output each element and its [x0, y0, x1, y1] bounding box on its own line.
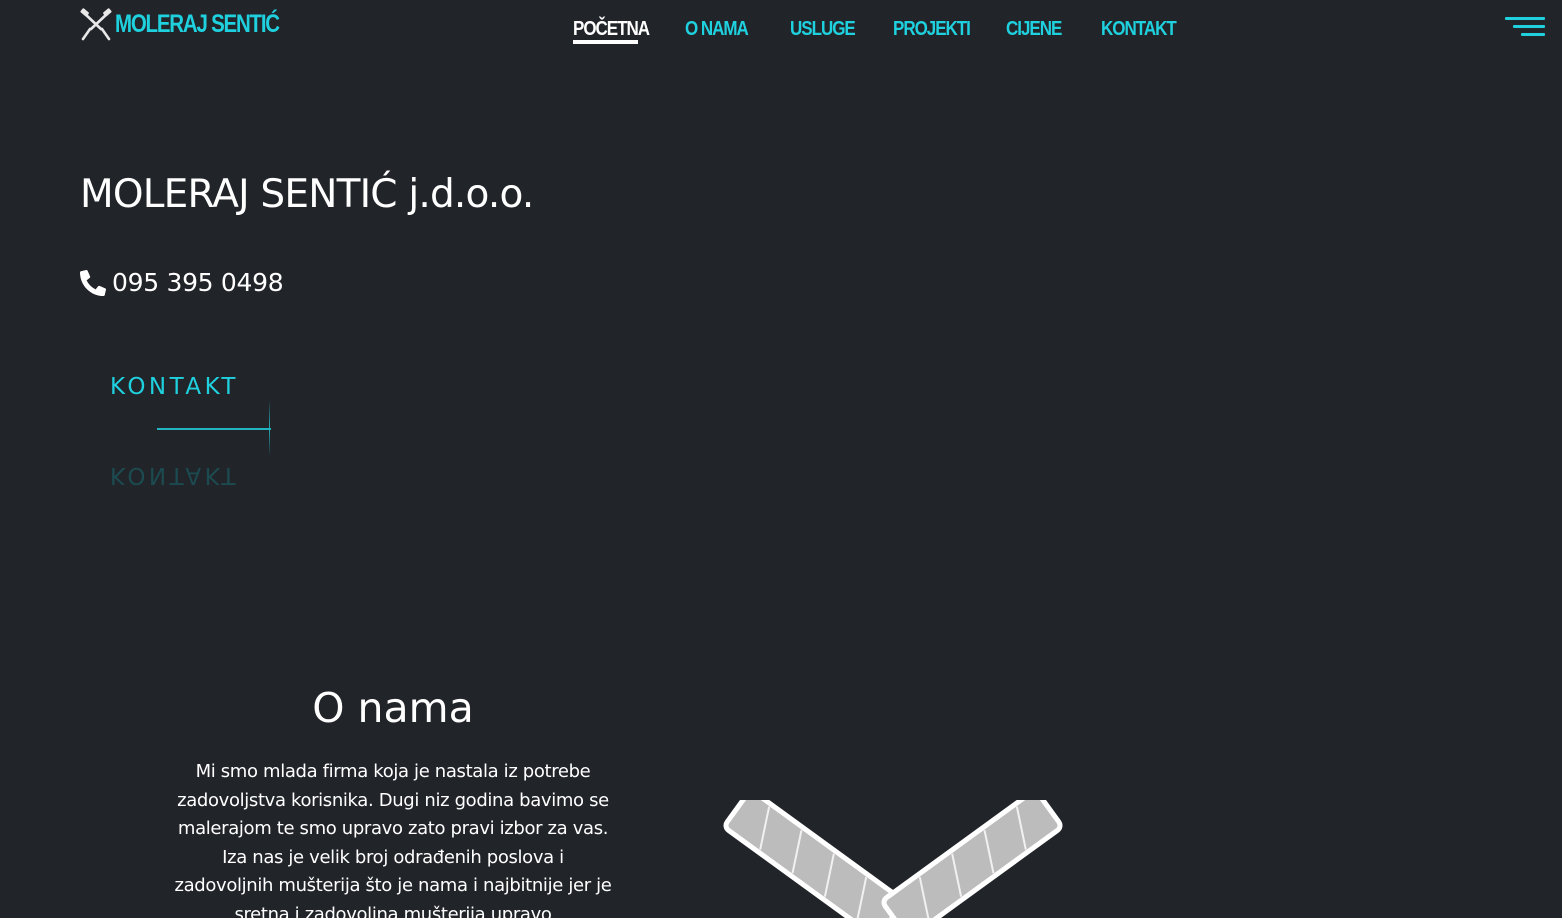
kontakt-button[interactable]: KONTAKT [110, 372, 239, 402]
phone-icon [80, 269, 106, 296]
nav-item-kontakt[interactable]: KONTAKT [1101, 16, 1177, 42]
page: MOLERAJ SENTIĆ POČETNA O NAMA USLUGE PRO… [0, 0, 1562, 918]
nav-item-cijene[interactable]: CIJENE [1006, 16, 1062, 42]
nav-item-o-nama[interactable]: O NAMA [685, 16, 749, 42]
crossed-brushes-illustration [723, 800, 1063, 918]
about-title: O nama [312, 684, 474, 732]
hero-title: MOLERAJ SENTIĆ j.d.o.o. [80, 172, 534, 217]
nav-item-pocetna[interactable]: POČETNA [573, 16, 650, 42]
nav-item-usluge[interactable]: USLUGE [790, 16, 856, 42]
phone-number: 095 395 0498 [112, 268, 284, 297]
kontakt-button-underline [157, 428, 271, 430]
main-nav: POČETNA O NAMA USLUGE PROJEKTI CIJENE KO… [0, 16, 1562, 48]
hamburger-menu-icon[interactable] [1505, 17, 1545, 39]
nav-item-projekti[interactable]: PROJEKTI [893, 16, 971, 42]
active-nav-underline [573, 40, 638, 44]
kontakt-button-reflection: KONTAKT [110, 462, 239, 488]
about-text: Mi smo mlada firma koja je nastala iz po… [174, 761, 612, 918]
phone-link[interactable]: 095 395 0498 [80, 268, 284, 297]
